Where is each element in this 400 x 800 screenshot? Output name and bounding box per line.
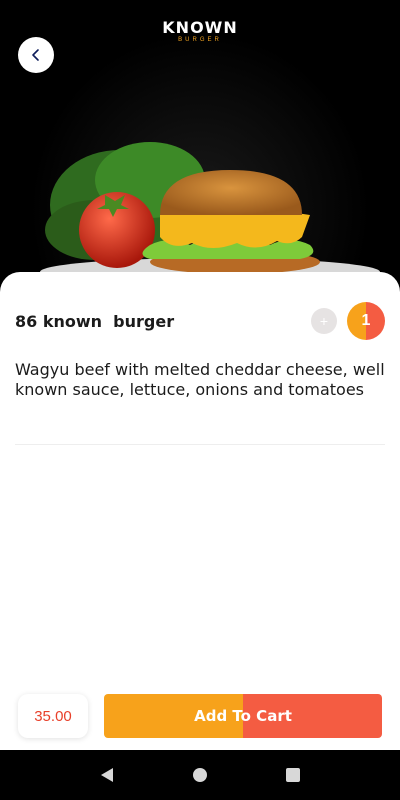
logo-text: KNOWN: [162, 18, 238, 37]
price-badge: 35.00: [18, 694, 88, 738]
decrease-quantity-button[interactable]: +: [311, 308, 337, 334]
triangle-back-icon: [100, 768, 113, 782]
nav-back-button[interactable]: [92, 760, 122, 790]
product-hero-image: KNOWN BURGER: [0, 0, 400, 300]
add-to-cart-button[interactable]: Add To Cart: [104, 694, 382, 738]
back-button[interactable]: [18, 37, 54, 73]
burger-image: [40, 142, 380, 286]
logo-subtext: BURGER: [178, 37, 222, 43]
quantity-count[interactable]: 1: [347, 302, 385, 340]
divider: [15, 444, 385, 445]
square-recents-icon: [286, 768, 301, 782]
nav-recents-button[interactable]: [278, 760, 308, 790]
title-row: 86 known burger + 1: [15, 302, 385, 340]
android-nav-bar: [0, 750, 400, 800]
chevron-left-icon: [32, 49, 39, 61]
nav-home-button[interactable]: [185, 760, 215, 790]
product-title: 86 known burger: [15, 311, 175, 331]
product-description: Wagyu beef with melted cheddar cheese, w…: [15, 360, 385, 399]
quantity-stepper: + 1: [311, 302, 385, 340]
brand-logo: KNOWN BURGER: [0, 18, 400, 43]
product-detail-screen: KNOWN BURGER 86 known burger + 1 Wagyu b…: [0, 0, 400, 800]
product-details-card: 86 known burger + 1 Wagyu beef with melt…: [0, 272, 400, 750]
circle-home-icon: [192, 768, 207, 782]
